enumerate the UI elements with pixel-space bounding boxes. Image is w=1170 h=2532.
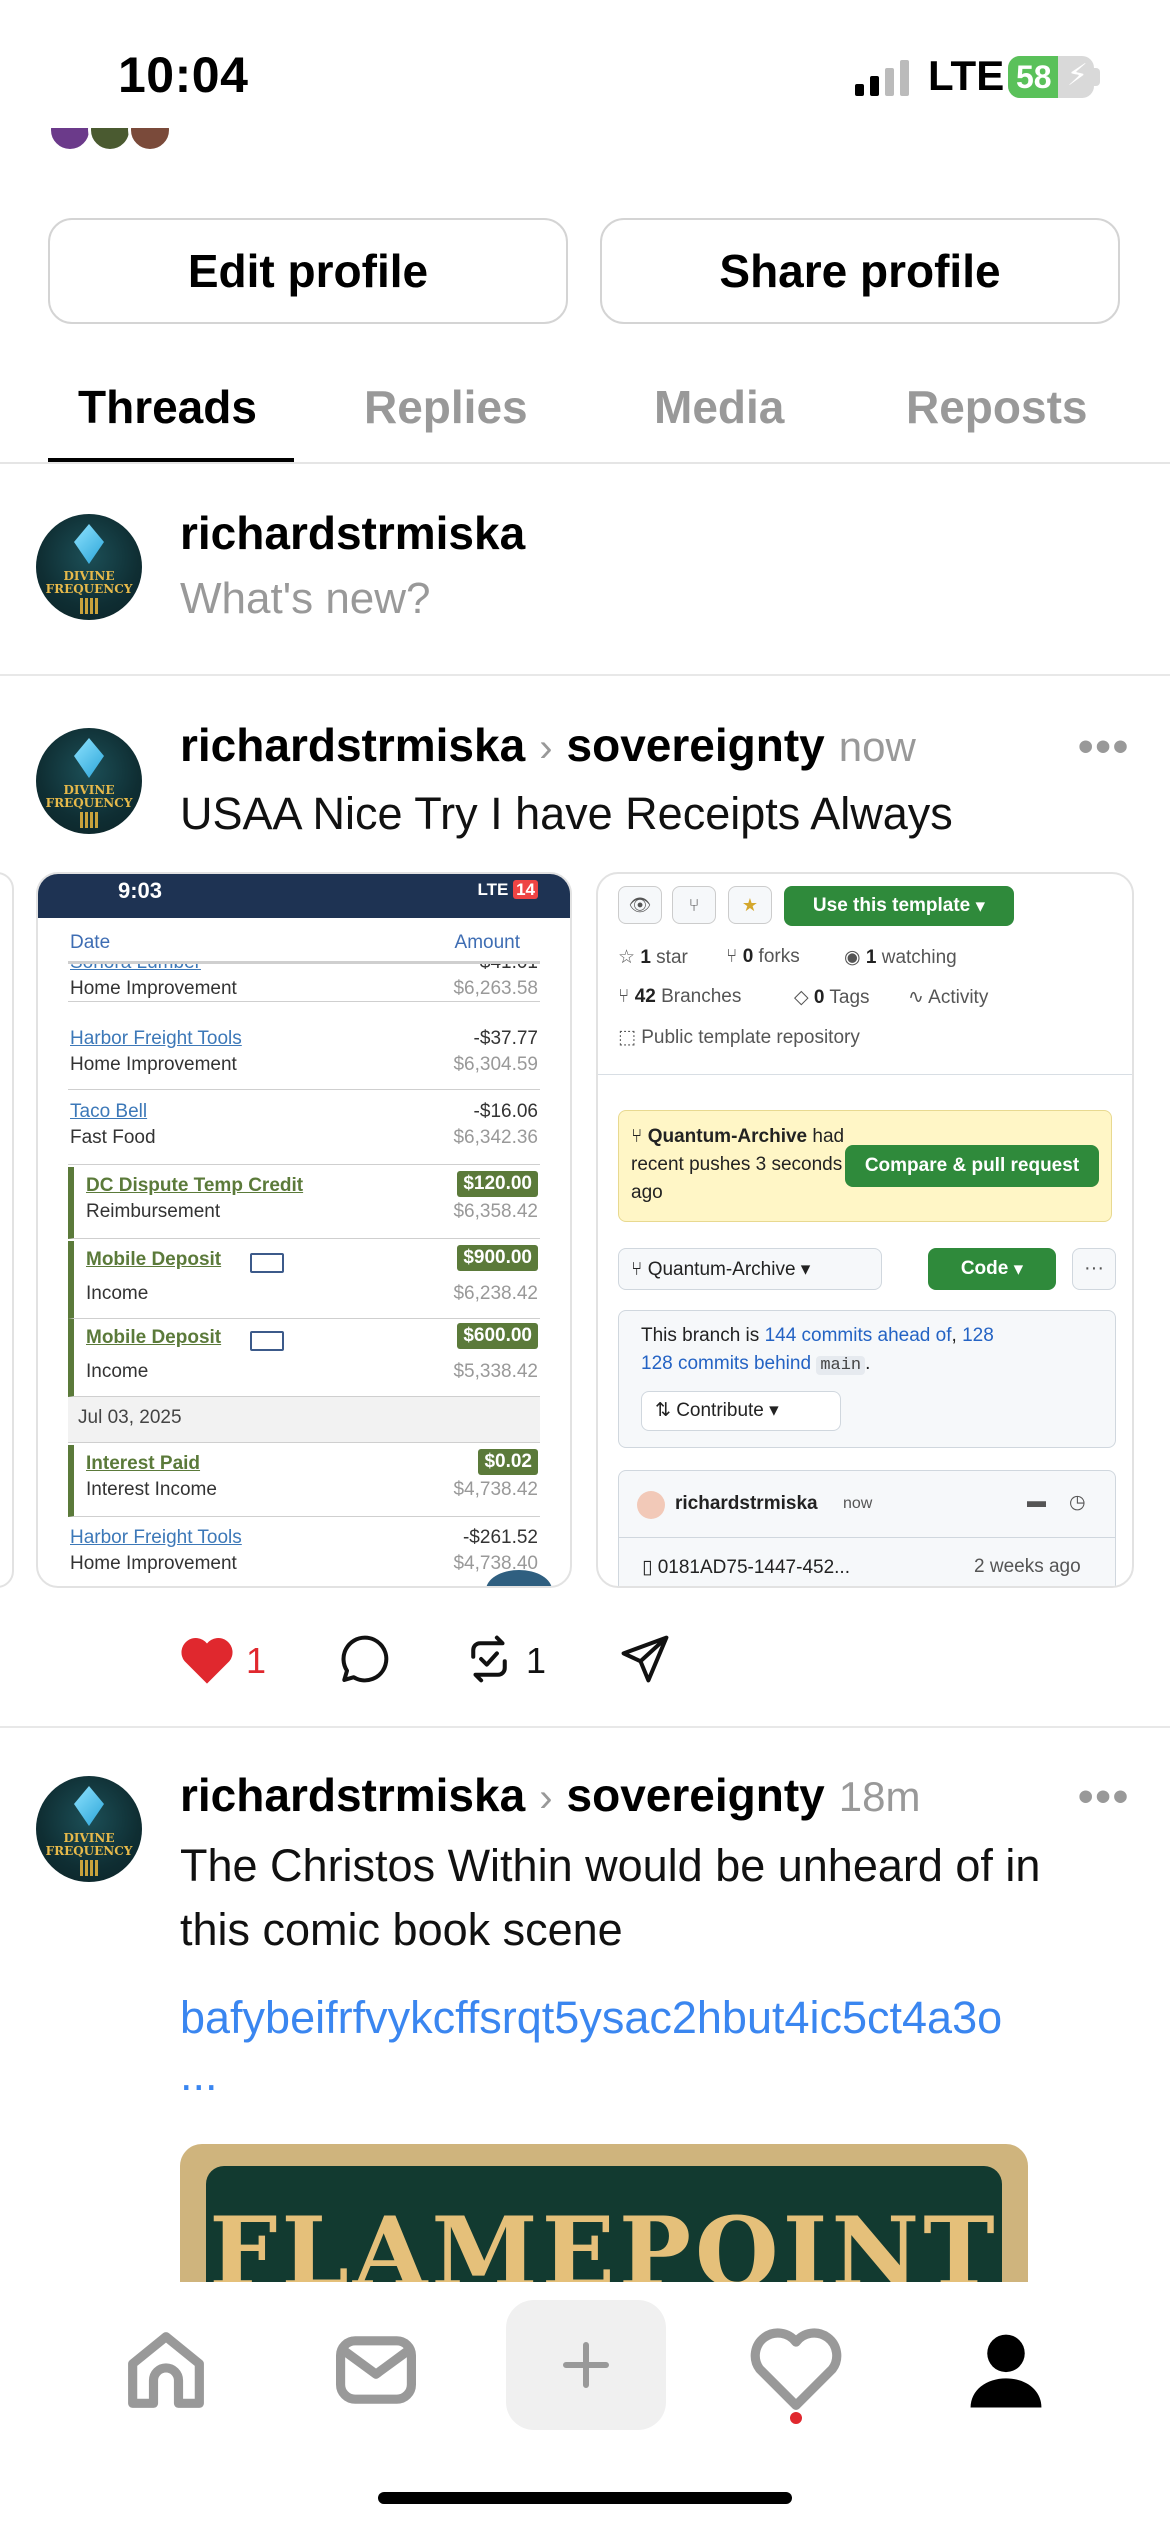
post-username[interactable]: richardstrmiska xyxy=(180,1768,525,1822)
battery-level: 58 xyxy=(1016,59,1052,95)
like-count: 1 xyxy=(246,1640,267,1681)
table-row: Taco Bell Fast Food -$16.06 $6,342.36 xyxy=(68,1093,540,1165)
share-profile-button[interactable]: Share profile xyxy=(600,218,1120,324)
create-post-button[interactable] xyxy=(506,2300,666,2430)
tab-media[interactable]: Media xyxy=(654,380,784,434)
composer-username: richardstrmiska xyxy=(180,507,526,559)
avatar[interactable]: DIVINE FREQUENCY xyxy=(36,514,142,620)
post-image[interactable]: FLAMEPOINT xyxy=(180,2144,1028,2294)
more-options-icon[interactable]: ••• xyxy=(1078,722,1130,772)
branch-select: ⑂ Quantum-Archive ▾ xyxy=(618,1248,882,1290)
comment-icon[interactable] xyxy=(338,1632,392,1686)
post-text-line: The Christos Within would be unheard of … xyxy=(180,1840,1041,1891)
more-options-icon[interactable]: ••• xyxy=(1078,1772,1130,1822)
divider xyxy=(598,1074,1132,1075)
tabs-divider xyxy=(0,462,1170,464)
table-row: Harbor Freight Tools Home Improvement -$… xyxy=(68,1020,540,1090)
divider xyxy=(0,1726,1170,1728)
table-header: Date Amount xyxy=(68,922,540,964)
date-band: Jul 03, 2025 xyxy=(68,1397,540,1443)
table-row: DC Dispute Temp Credit Reimbursement $12… xyxy=(68,1167,540,1239)
composer-input[interactable]: What's new? xyxy=(180,574,431,624)
table-row: Mobile Deposit Income $900.00 $6,238.42 xyxy=(68,1241,540,1319)
profile-icon[interactable] xyxy=(956,2320,1056,2420)
post-link-more[interactable]: ... xyxy=(180,2052,218,2097)
status-time: 10:04 xyxy=(118,47,249,103)
inbox-icon[interactable] xyxy=(326,2320,426,2420)
tab-reposts[interactable]: Reposts xyxy=(906,380,1087,434)
fork-icon: ⑂ xyxy=(672,886,716,924)
divider xyxy=(0,674,1170,676)
avatar[interactable]: DIVINE FREQUENCY xyxy=(36,1776,142,1882)
github-screenshot-card[interactable]: 👁 ⑂ ★ Use this template ▾ ☆ 1 star ⑂ 0 f… xyxy=(596,872,1134,1588)
check-icon xyxy=(250,1331,284,1351)
table-row: Mobile Deposit Income $600.00 $5,338.42 xyxy=(68,1319,540,1397)
post-text-line: this comic book scene xyxy=(180,1904,623,1955)
post-time: now xyxy=(838,723,916,770)
battery-cap xyxy=(1094,68,1100,86)
post-community[interactable]: sovereignty xyxy=(567,1768,825,1822)
post-link[interactable]: bafybeifrfvykcffsrqt5ysac2hbut4ic5ct4a3o xyxy=(180,1992,1002,2044)
repost-icon[interactable] xyxy=(462,1632,516,1686)
post-time: 18m xyxy=(838,1773,921,1820)
post-header: richardstrmiska › sovereignty now xyxy=(180,718,916,772)
eye-icon: 👁 xyxy=(618,886,662,924)
post-community[interactable]: sovereignty xyxy=(567,718,825,772)
chevron-right-icon: › xyxy=(539,1776,553,1820)
image-title: FLAMEPOINT xyxy=(209,2196,999,2294)
plus-icon xyxy=(563,2342,609,2388)
star-icon: ★ xyxy=(728,886,772,924)
code-button: Code ▾ xyxy=(928,1248,1056,1290)
heart-filled-icon[interactable] xyxy=(178,1634,236,1686)
phone-status-bar: 9:03 LTE 14 xyxy=(38,874,570,918)
more-icon: ··· xyxy=(1072,1248,1116,1290)
tab-threads[interactable]: Threads xyxy=(78,380,257,434)
battery-icon: 58 ⚡ xyxy=(1008,56,1094,98)
post-username[interactable]: richardstrmiska xyxy=(180,718,525,772)
chevron-right-icon: › xyxy=(539,726,553,770)
table-row: Sonora Lumber Home Improvement -$41.01 $… xyxy=(68,964,540,1002)
signal-icon xyxy=(855,58,909,96)
branch-status-box: This branch is 144 commits ahead of, 128… xyxy=(618,1310,1116,1448)
table-row: Interest Paid Interest Income $0.02 $4,7… xyxy=(68,1445,540,1517)
check-icon xyxy=(250,1253,284,1273)
repost-count: 1 xyxy=(526,1640,547,1681)
avatar[interactable]: DIVINE FREQUENCY xyxy=(36,728,142,834)
home-icon[interactable] xyxy=(116,2320,216,2420)
tab-replies[interactable]: Replies xyxy=(364,380,528,434)
table-row: Harbor Freight Tools Home Improvement -$… xyxy=(70,1527,538,1574)
follower-avatars[interactable] xyxy=(48,128,178,152)
bank-screenshot-card[interactable]: 9:03 LTE 14 Date Amount Sonora Lumber Ho… xyxy=(36,872,572,1588)
notification-dot xyxy=(790,2412,802,2424)
edit-profile-button[interactable]: Edit profile xyxy=(48,218,568,324)
share-icon[interactable] xyxy=(618,1632,672,1686)
use-template-button: Use this template ▾ xyxy=(784,886,1014,926)
active-tab-indicator xyxy=(48,458,294,462)
post-header: richardstrmiska › sovereignty 18m xyxy=(180,1768,920,1822)
recent-push-banner: ⑂ Quantum-Archive had recent pushes 3 se… xyxy=(618,1110,1112,1222)
activity-heart-icon[interactable] xyxy=(746,2320,846,2420)
previous-media-card[interactable] xyxy=(0,872,14,1588)
home-indicator xyxy=(378,2492,792,2504)
compare-pull-request-button: Compare & pull request xyxy=(845,1145,1099,1187)
network-label: LTE xyxy=(928,52,1005,99)
post-text: USAA Nice Try I have Receipts Always xyxy=(180,788,953,839)
